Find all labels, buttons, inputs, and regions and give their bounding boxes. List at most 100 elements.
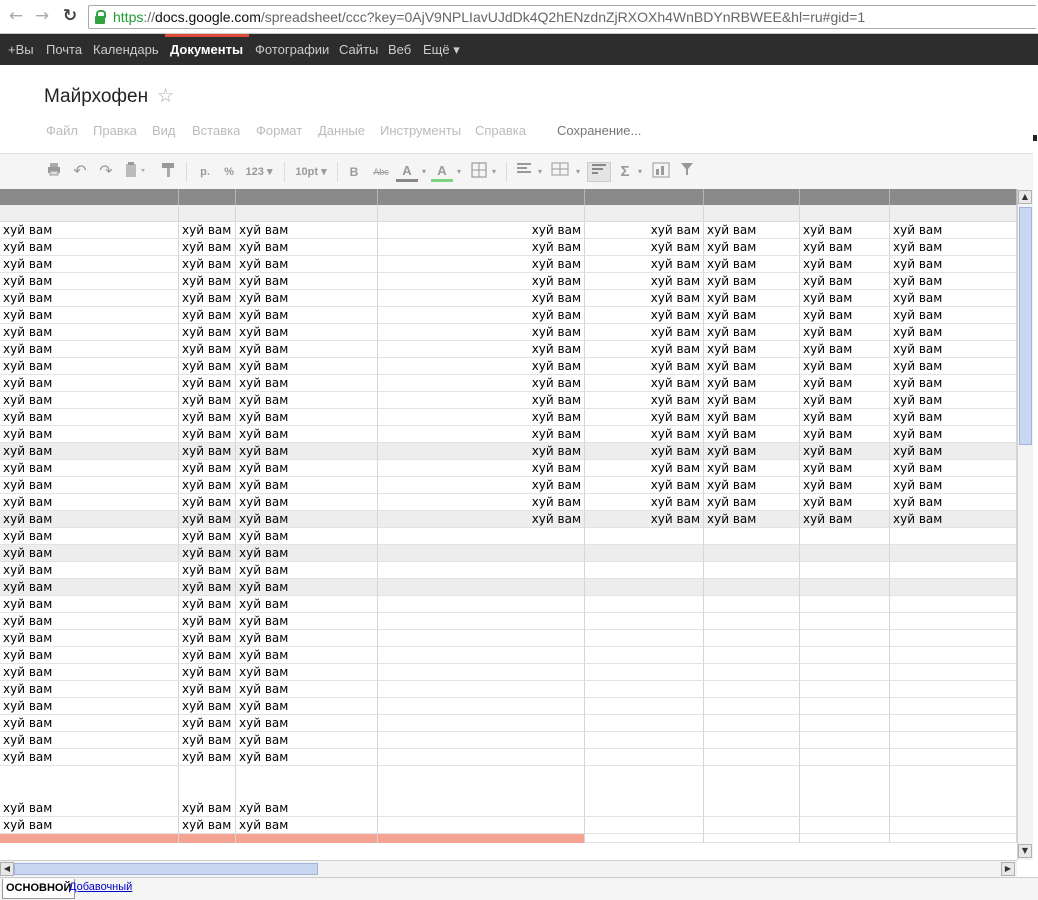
filter-icon[interactable] — [678, 162, 696, 182]
highlighted-cell[interactable] — [236, 834, 378, 843]
spreadsheet-grid[interactable]: хуй вам хуй вам хуй вам хуй вам хуй вам хуй в… — [0, 189, 1017, 860]
horizontal-scrollbar[interactable]: ◀ ▶ — [0, 860, 1017, 877]
table-cell[interactable] — [378, 528, 585, 545]
table-cell[interactable]: хуй вам — [890, 375, 1017, 392]
table-cell[interactable]: хуй вам — [0, 256, 179, 273]
table-cell[interactable]: хуй вам — [890, 409, 1017, 426]
table-cell[interactable]: хуй вам — [0, 239, 179, 256]
table-cell[interactable]: хуй вам — [0, 681, 179, 698]
header-row-cell[interactable] — [890, 205, 1017, 222]
table-cell[interactable] — [890, 664, 1017, 681]
table-cell[interactable] — [800, 834, 890, 843]
table-cell[interactable]: хуй вам — [704, 358, 800, 375]
table-cell[interactable]: хуй вам — [179, 681, 236, 698]
table-cell[interactable]: хуй вам — [585, 358, 704, 375]
table-cell[interactable] — [704, 681, 800, 698]
table-cell[interactable]: хуй вам — [378, 358, 585, 375]
table-cell[interactable] — [585, 545, 704, 562]
table-cell[interactable] — [585, 647, 704, 664]
header-row-cell[interactable] — [800, 205, 890, 222]
table-cell[interactable]: хуй вам — [890, 358, 1017, 375]
table-cell[interactable]: хуй вам — [179, 579, 236, 596]
table-cell[interactable] — [800, 817, 890, 834]
highlighted-cell[interactable] — [179, 834, 236, 843]
table-cell[interactable]: хуй вам — [585, 290, 704, 307]
table-cell[interactable]: хуй вам — [179, 239, 236, 256]
table-cell[interactable] — [800, 596, 890, 613]
percent-format-button[interactable]: % — [221, 162, 237, 182]
table-cell[interactable] — [800, 664, 890, 681]
table-cell[interactable]: хуй вам — [800, 375, 890, 392]
table-cell[interactable]: хуй вам — [378, 307, 585, 324]
chevron-down-icon[interactable]: ▾ — [636, 162, 644, 182]
table-cell[interactable] — [800, 613, 890, 630]
table-cell[interactable]: хуй вам — [0, 579, 179, 596]
table-cell[interactable]: хуй вам — [378, 375, 585, 392]
table-cell[interactable] — [890, 613, 1017, 630]
table-cell[interactable]: хуй вам — [800, 477, 890, 494]
table-cell[interactable]: хуй вам — [236, 647, 378, 664]
table-cell[interactable]: хуй вам — [0, 477, 179, 494]
table-cell[interactable]: хуй вам — [236, 358, 378, 375]
table-cell[interactable] — [890, 630, 1017, 647]
table-cell[interactable] — [800, 766, 890, 817]
table-cell[interactable]: хуй вам — [890, 222, 1017, 239]
table-cell[interactable] — [800, 715, 890, 732]
tab-main-sheet[interactable]: ОСНОВНОЙ — [2, 879, 76, 899]
menu-tools[interactable]: Инструменты — [380, 123, 461, 138]
table-cell[interactable]: хуй вам — [378, 460, 585, 477]
chart-icon[interactable] — [650, 162, 672, 182]
table-cell[interactable] — [800, 562, 890, 579]
number-format-dropdown[interactable]: 123 ▾ — [242, 162, 276, 182]
table-cell[interactable]: хуй вам — [236, 749, 378, 766]
chevron-down-icon[interactable]: ▾ — [490, 162, 498, 182]
table-cell[interactable]: хуй вам — [585, 307, 704, 324]
table-cell[interactable]: хуй вам — [0, 698, 179, 715]
table-cell[interactable]: хуй вам — [179, 494, 236, 511]
table-cell[interactable]: хуй вам — [0, 324, 179, 341]
table-cell[interactable]: хуй вам — [0, 222, 179, 239]
table-cell[interactable]: хуй вам — [179, 256, 236, 273]
scroll-right-icon[interactable]: ▶ — [1001, 862, 1015, 876]
table-cell[interactable]: хуй вам — [890, 290, 1017, 307]
table-cell[interactable]: хуй вам — [0, 392, 179, 409]
table-cell[interactable]: хуй вам — [179, 749, 236, 766]
menu-format[interactable]: Формат — [256, 123, 302, 138]
table-cell[interactable]: хуй вам — [378, 477, 585, 494]
highlighted-cell[interactable] — [378, 834, 585, 843]
table-cell[interactable]: хуй вам — [0, 443, 179, 460]
header-row-cell[interactable] — [236, 205, 378, 222]
table-cell[interactable]: хуй вам — [179, 443, 236, 460]
table-cell[interactable]: хуй вам — [890, 494, 1017, 511]
table-cell[interactable]: хуй вам — [0, 273, 179, 290]
table-cell[interactable] — [704, 732, 800, 749]
table-cell[interactable]: хуй вам — [236, 664, 378, 681]
table-cell[interactable]: хуй вам — [378, 324, 585, 341]
table-cell[interactable]: хуй вам — [585, 426, 704, 443]
table-cell[interactable]: хуй вам — [704, 375, 800, 392]
table-cell[interactable] — [890, 562, 1017, 579]
table-cell[interactable]: хуй вам — [890, 460, 1017, 477]
table-cell[interactable] — [585, 579, 704, 596]
column-header[interactable] — [704, 189, 800, 205]
table-cell[interactable] — [890, 681, 1017, 698]
table-cell[interactable] — [585, 817, 704, 834]
back-arrow-icon[interactable]: ← — [6, 5, 26, 27]
table-cell[interactable] — [378, 715, 585, 732]
table-cell[interactable]: хуй вам — [236, 630, 378, 647]
table-cell[interactable]: хуй вам — [179, 426, 236, 443]
table-cell[interactable]: хуй вам — [236, 375, 378, 392]
table-cell[interactable] — [800, 630, 890, 647]
table-cell[interactable]: хуй вам — [179, 222, 236, 239]
chevron-down-icon[interactable]: ▾ — [536, 162, 544, 182]
column-header[interactable] — [890, 189, 1017, 205]
column-header[interactable] — [179, 189, 236, 205]
table-cell[interactable]: хуй вам — [236, 494, 378, 511]
table-cell[interactable]: хуй вам — [179, 477, 236, 494]
table-cell[interactable]: хуй вам — [236, 409, 378, 426]
table-cell[interactable]: хуй вам — [179, 358, 236, 375]
table-cell[interactable] — [585, 630, 704, 647]
table-cell[interactable]: хуй вам — [0, 290, 179, 307]
table-cell[interactable]: хуй вам — [378, 222, 585, 239]
menu-edit[interactable]: Правка — [93, 123, 137, 138]
